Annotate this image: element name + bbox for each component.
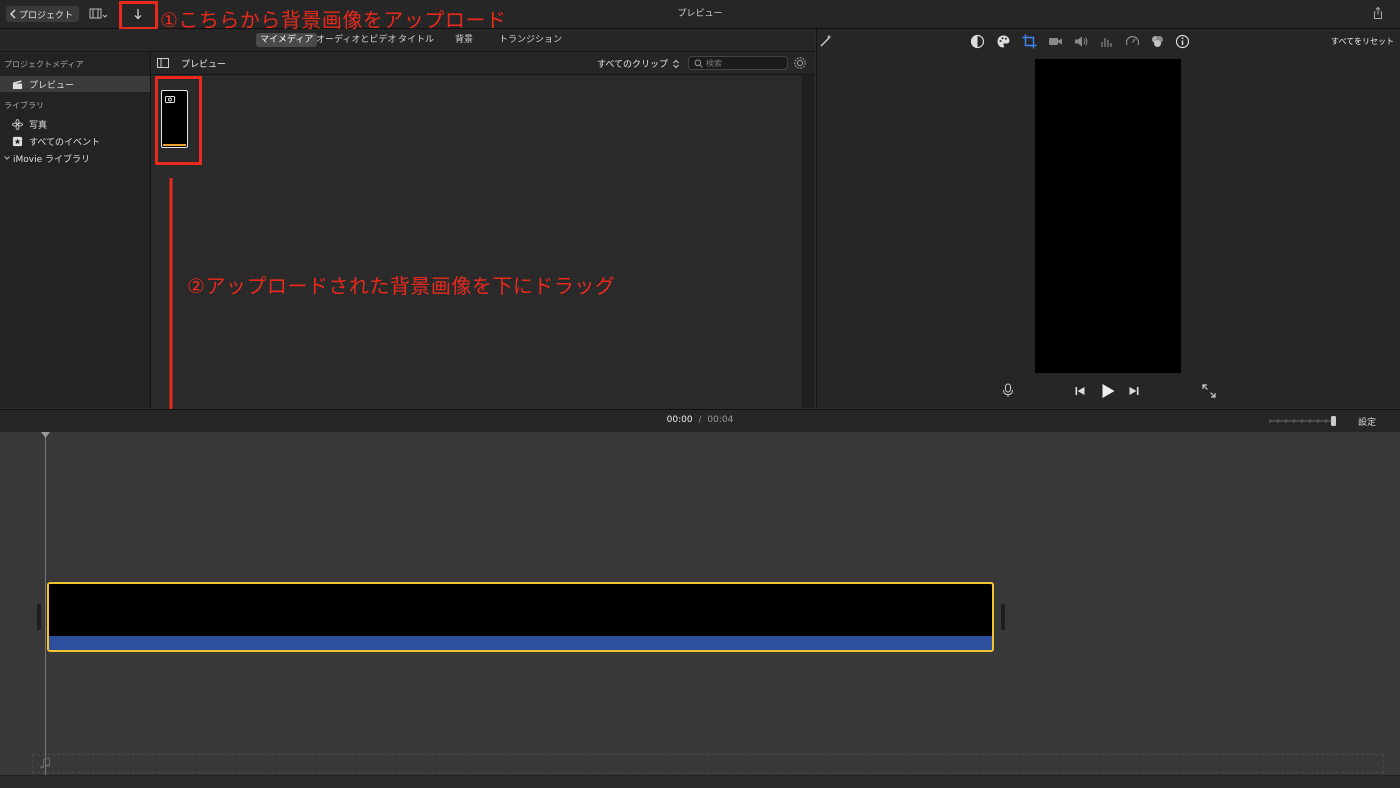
media-header-title: プレビュー xyxy=(181,60,227,70)
import-media-button[interactable] xyxy=(130,6,146,22)
current-time: 00:00 xyxy=(666,415,693,425)
playhead-marker-icon[interactable] xyxy=(41,432,50,439)
preview-screen xyxy=(1035,59,1181,373)
search-placeholder: 検索 xyxy=(706,59,722,68)
tab-transitions[interactable]: トランジション xyxy=(495,33,566,47)
star-box-icon xyxy=(12,136,23,146)
color-palette-icon[interactable] xyxy=(996,34,1011,49)
tab-my-media[interactable]: マイメディア xyxy=(256,33,318,47)
zoom-slider[interactable] xyxy=(1269,415,1339,427)
timeline-clip[interactable] xyxy=(47,582,994,652)
video-stabilization-icon[interactable] xyxy=(1048,35,1063,48)
microphone-icon[interactable] xyxy=(1002,383,1014,398)
music-note-icon xyxy=(40,757,50,769)
play-icon[interactable] xyxy=(1100,382,1116,400)
back-button-label: プロジェクト xyxy=(19,10,74,21)
camera-icon xyxy=(165,96,175,103)
clip-trim-handle-left[interactable] xyxy=(37,604,41,630)
time-separator: / xyxy=(698,415,702,425)
browser-tab-bar: マイメディア オーディオとビデオ タイトル 背景 トランジション xyxy=(0,29,815,52)
sidebar-item-photos[interactable]: 写真 xyxy=(0,116,150,132)
zoom-slider-track-icon xyxy=(1269,416,1336,426)
playhead-line[interactable] xyxy=(45,432,46,775)
clapperboard-icon xyxy=(12,79,23,89)
sidebar-item-label: iMovie ライブラリ xyxy=(13,154,90,165)
clips-filter-label: すべてのクリップ xyxy=(597,60,669,70)
arrow-down-icon xyxy=(134,9,142,20)
total-time: 00:04 xyxy=(707,415,734,425)
clip-trim-handle-right[interactable] xyxy=(1001,604,1005,630)
background-image-thumbnail[interactable] xyxy=(161,90,188,148)
film-strip-icon xyxy=(89,8,108,19)
tab-titles[interactable]: タイトル xyxy=(394,33,438,47)
crop-icon[interactable] xyxy=(1022,34,1037,49)
gear-icon[interactable] xyxy=(793,56,807,70)
equalizer-icon[interactable] xyxy=(1100,35,1113,48)
sidebar-item-label: 写真 xyxy=(29,120,48,131)
search-icon xyxy=(694,59,703,68)
sidebar-item-label: すべてのイベント xyxy=(29,137,101,148)
search-field[interactable]: 検索 xyxy=(688,56,788,70)
tab-backgrounds[interactable]: 背景 xyxy=(451,33,477,47)
timeline-settings-button[interactable]: 設定 xyxy=(1358,415,1376,428)
timeline-toolbar: 00:00 / 00:04 設定 xyxy=(0,409,1400,433)
sidebar-item-label: プレビュー xyxy=(29,80,75,91)
annotation-step2: ②アップロードされた背景画像を下にドラッグ xyxy=(187,274,616,298)
fullscreen-icon[interactable] xyxy=(1202,384,1216,398)
magic-wand-icon[interactable] xyxy=(818,33,834,49)
skip-forward-icon[interactable] xyxy=(1128,385,1140,397)
clips-filter-dropdown[interactable]: すべてのクリップ xyxy=(597,57,680,70)
clip-audio-track xyxy=(49,636,992,650)
share-icon xyxy=(1374,6,1382,19)
sidebar-toggle-icon[interactable] xyxy=(157,58,169,68)
chevron-updown-icon xyxy=(673,59,679,68)
project-media-heading: プロジェクトメディア xyxy=(4,60,84,69)
volume-icon[interactable] xyxy=(1074,35,1089,48)
music-track-well[interactable] xyxy=(32,754,1384,773)
sidebar-item-project-preview[interactable]: プレビュー xyxy=(0,76,150,92)
media-view-toggle[interactable] xyxy=(88,7,110,21)
skip-back-icon[interactable] xyxy=(1074,385,1086,397)
clip-filter-icon[interactable] xyxy=(1150,34,1165,49)
tab-audio-video[interactable]: オーディオとビデオ xyxy=(312,33,400,47)
share-button[interactable] xyxy=(1371,6,1385,20)
timeline-bottom-strip xyxy=(0,775,1400,788)
reset-all-button[interactable]: すべてをリセット xyxy=(1318,36,1394,47)
disclosure-chevron-down-icon xyxy=(4,156,10,160)
info-icon[interactable] xyxy=(1175,34,1190,49)
color-balance-icon[interactable] xyxy=(970,34,985,49)
window-title: プレビュー xyxy=(677,9,723,19)
speed-gauge-icon[interactable] xyxy=(1125,34,1140,49)
thumbnail-usage-bar xyxy=(163,144,186,146)
media-header: プレビュー すべてのクリップ 検索 xyxy=(151,52,815,75)
library-sidebar: プロジェクトメディア プレビュー ライブラリ 写真 すべてのイベント iMovi… xyxy=(0,52,151,408)
photos-flower-icon xyxy=(12,118,23,130)
media-scrollbar[interactable] xyxy=(802,75,814,408)
back-to-projects-button[interactable]: プロジェクト xyxy=(6,6,80,22)
chevron-left-icon xyxy=(10,9,16,19)
library-heading: ライブラリ xyxy=(4,101,44,110)
adjustment-toolbar xyxy=(970,34,1190,50)
media-grid xyxy=(151,75,815,408)
sidebar-item-all-events[interactable]: すべてのイベント xyxy=(0,133,150,149)
sidebar-item-imovie-library[interactable]: iMovie ライブラリ xyxy=(0,150,150,166)
timecode-readout: 00:00 / 00:04 xyxy=(620,415,780,425)
